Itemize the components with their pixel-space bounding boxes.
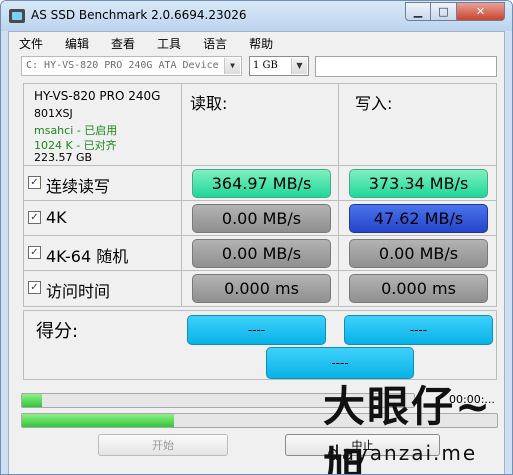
checkbox-4k64[interactable]: ✓ <box>28 246 41 259</box>
menu-view[interactable]: 查看 <box>111 35 135 52</box>
drive-select-value: C: HY-VS-820 PRO 240G ATA Device <box>26 60 219 71</box>
row-access-label-cell: ✓ 访问时间 <box>24 271 181 306</box>
window-title: AS SSD Benchmark 2.0.6694.23026 <box>31 8 247 22</box>
row-label-access-time: 访问时间 <box>46 282 111 301</box>
overall-progress-fill <box>22 414 174 427</box>
write-header-cell: 写入: <box>339 84 496 165</box>
access-read-result: 0.000 ms <box>192 274 331 303</box>
read-header: 读取: <box>190 94 228 113</box>
title-bar[interactable]: AS SSD Benchmark 2.0.6694.23026 ▁ □ ✕ <box>1 1 512 31</box>
minimize-button[interactable]: ▁ <box>405 2 431 21</box>
chevron-down-icon[interactable]: ▼ <box>291 58 307 74</box>
menu-tools[interactable]: 工具 <box>157 35 181 52</box>
checkbox-4k[interactable]: ✓ <box>28 211 41 224</box>
test-progress-fill <box>22 394 42 407</box>
row-seq-label-cell: ✓ 连续读写 <box>24 166 181 200</box>
score-panel: 得分: ---- ---- ---- <box>23 310 497 380</box>
checkbox-seq[interactable]: ✓ <box>28 176 41 189</box>
watermark-url: dayanzai.me <box>327 441 478 465</box>
drive-capacity: 223.57 GB <box>34 151 93 164</box>
maximize-button[interactable]: □ <box>431 2 457 21</box>
app-icon <box>9 9 25 23</box>
4k-write-cell: 47.62 MB/s <box>339 201 496 235</box>
write-score: ---- <box>344 315 493 345</box>
menu-help[interactable]: 帮助 <box>249 35 273 52</box>
4k-read-cell: 0.00 MB/s <box>182 201 338 235</box>
seq-write-result: 373.34 MB/s <box>349 169 488 198</box>
driver-status: msahci - 已启用 <box>34 124 118 137</box>
access-read-cell: 0.000 ms <box>182 271 338 306</box>
access-write-result: 0.000 ms <box>349 274 488 303</box>
write-header: 写入: <box>355 94 393 113</box>
drive-info-panel: HY-VS-820 PRO 240G 801XSJ msahci - 已启用 1… <box>24 84 181 165</box>
menu-edit[interactable]: 编辑 <box>65 35 89 52</box>
4k-read-result: 0.00 MB/s <box>192 204 331 233</box>
4k64-read-cell: 0.00 MB/s <box>182 236 338 270</box>
menu-file[interactable]: 文件 <box>19 35 43 52</box>
seq-read-result: 364.97 MB/s <box>192 169 331 198</box>
row-label-seq: 连续读写 <box>46 177 111 196</box>
test-size-value: 1 GB <box>253 60 278 71</box>
drive-select[interactable]: C: HY-VS-820 PRO 240G ATA Device ▼ <box>21 56 242 76</box>
read-score: ---- <box>187 315 326 345</box>
close-button[interactable]: ✕ <box>457 2 505 21</box>
seq-read-cell: 364.97 MB/s <box>182 166 338 200</box>
chevron-down-icon[interactable]: ▼ <box>224 58 240 74</box>
drive-model: HY-VS-820 PRO 240G <box>34 89 161 103</box>
results-grid: HY-VS-820 PRO 240G 801XSJ msahci - 已启用 1… <box>23 83 497 307</box>
read-header-cell: 读取: <box>182 84 338 165</box>
menu-bar: 文件 编辑 查看 工具 语言 帮助 <box>9 32 504 54</box>
start-button[interactable]: 开始 <box>98 434 228 456</box>
seq-write-cell: 373.34 MB/s <box>339 166 496 200</box>
note-input[interactable] <box>315 56 497 77</box>
test-size-select[interactable]: 1 GB ▼ <box>249 56 309 76</box>
score-label: 得分: <box>36 321 79 342</box>
menu-language[interactable]: 语言 <box>203 35 227 52</box>
row-4k64-label-cell: ✓ 4K-64 随机 <box>24 236 181 270</box>
access-write-cell: 0.000 ms <box>339 271 496 306</box>
row-label-4k: 4K <box>46 208 67 227</box>
4k64-read-result: 0.00 MB/s <box>192 239 331 268</box>
row-4k-label-cell: ✓ 4K <box>24 201 181 235</box>
watermark: 大眼仔~旭 dayanzai.me <box>323 373 506 474</box>
4k64-write-result: 0.00 MB/s <box>349 239 488 268</box>
row-label-4k64: 4K-64 随机 <box>46 247 129 266</box>
drive-firmware: 801XSJ <box>34 107 73 120</box>
app-window: AS SSD Benchmark 2.0.6694.23026 ▁ □ ✕ 文件… <box>0 0 513 475</box>
checkbox-access-time[interactable]: ✓ <box>28 281 41 294</box>
4k64-write-cell: 0.00 MB/s <box>339 236 496 270</box>
4k-write-result: 47.62 MB/s <box>349 204 488 233</box>
